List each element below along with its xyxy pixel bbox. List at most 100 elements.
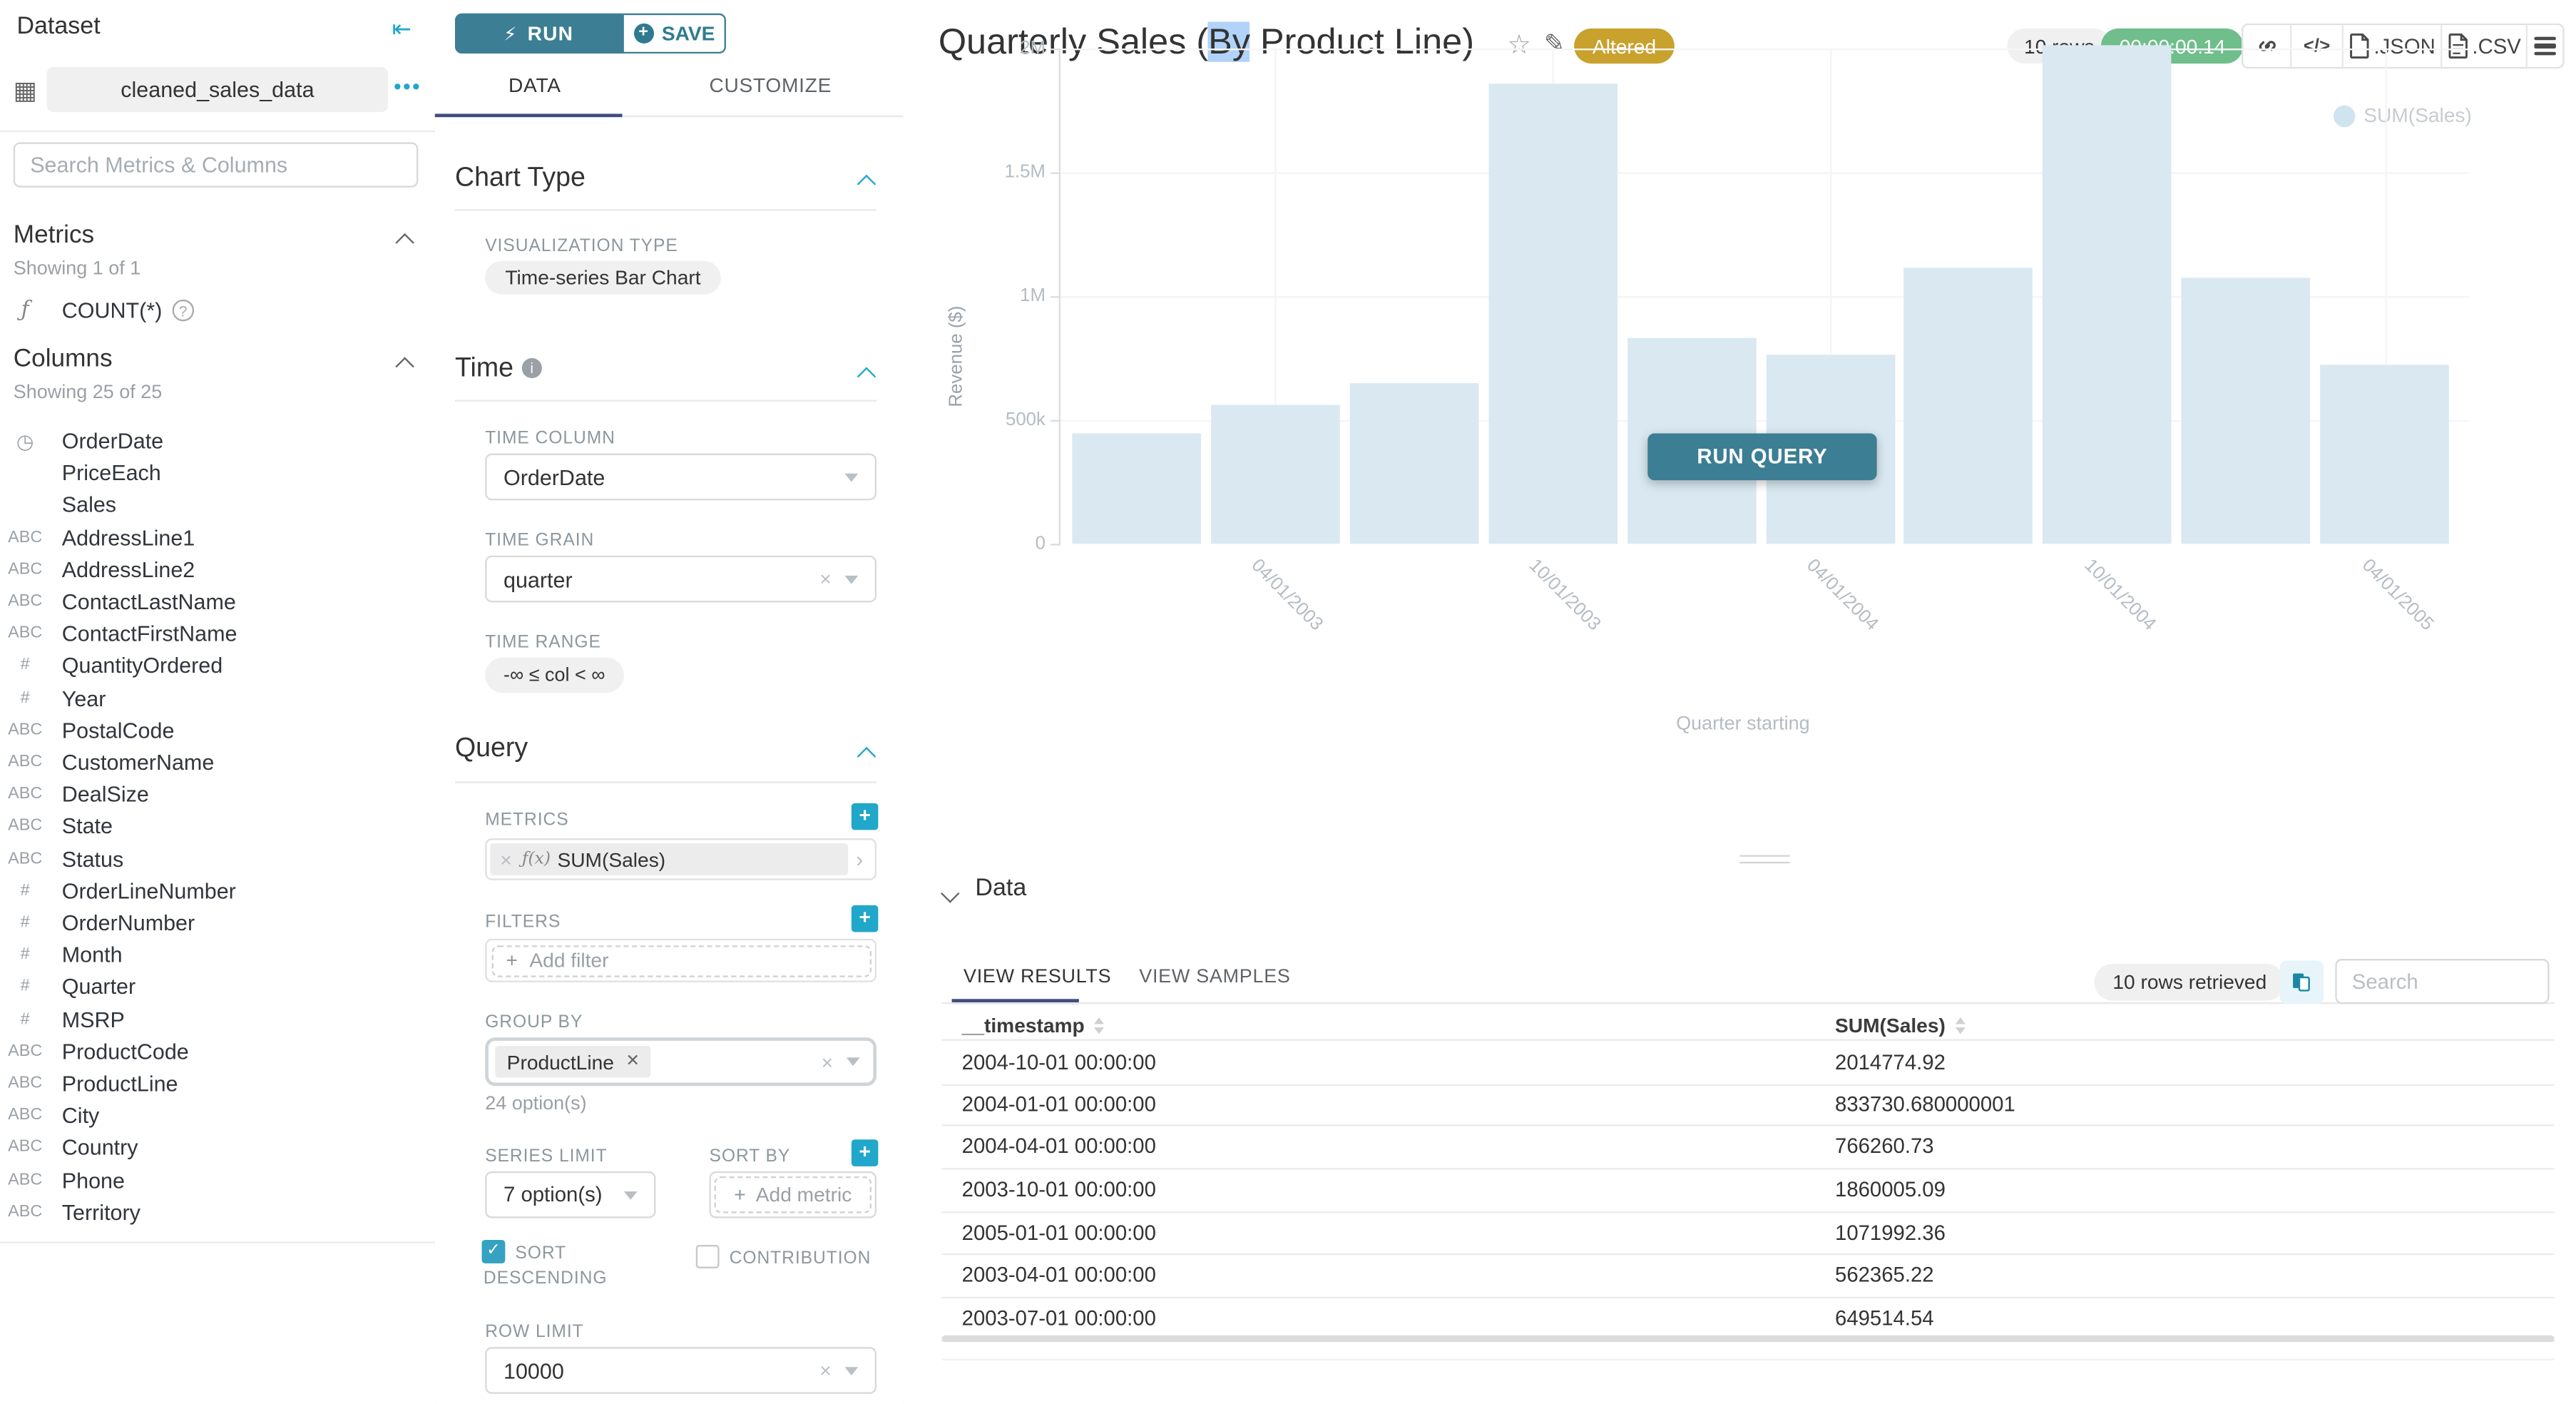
cell-sum-sales: 562365.22 bbox=[1835, 1264, 1934, 1288]
bar-2003-10-01[interactable] bbox=[1488, 83, 1617, 544]
column-item-AddressLine1[interactable]: ABCAddressLine1 bbox=[0, 522, 421, 554]
collapse-panel-icon[interactable]: ⇤ bbox=[392, 15, 412, 44]
bar-2003-01-01[interactable] bbox=[1072, 433, 1201, 544]
column-item-DealSize[interactable]: ABCDealSize bbox=[0, 778, 421, 810]
legend-marker-icon bbox=[2334, 105, 2355, 126]
help-icon[interactable]: ? bbox=[172, 300, 193, 321]
remove-chip-icon[interactable]: ✕ bbox=[625, 1052, 640, 1071]
group-by-label: GROUP BY bbox=[485, 1012, 583, 1032]
column-item-PostalCode[interactable]: ABCPostalCode bbox=[0, 714, 421, 746]
run-query-button[interactable]: RUN QUERY bbox=[1647, 433, 1876, 480]
column-item-Year[interactable]: #Year bbox=[0, 682, 421, 714]
series-limit-select[interactable]: 7 option(s) bbox=[485, 1171, 655, 1219]
clear-icon[interactable]: × bbox=[819, 567, 831, 591]
chart-legend[interactable]: SUM(Sales) bbox=[2334, 103, 2472, 127]
num-type-icon: # bbox=[0, 914, 50, 932]
sort-icon bbox=[1095, 1018, 1105, 1034]
column-item-Quarter[interactable]: #Quarter bbox=[0, 971, 421, 1003]
column-item-QuantityOrdered[interactable]: #QuantityOrdered bbox=[0, 650, 421, 682]
column-item-Phone[interactable]: ABCPhone bbox=[0, 1164, 421, 1196]
time-column-select[interactable]: OrderDate bbox=[485, 454, 876, 501]
copy-link-button[interactable] bbox=[2243, 25, 2291, 67]
add-metric-plus-button[interactable]: + bbox=[852, 803, 879, 830]
tab-data[interactable]: DATA bbox=[508, 73, 561, 97]
tab-view-samples[interactable]: VIEW SAMPLES bbox=[1139, 967, 1290, 987]
time-section-title: Timei bbox=[455, 355, 542, 385]
cell-timestamp: 2004-10-01 00:00:00 bbox=[962, 1051, 1156, 1074]
tab-view-results[interactable]: VIEW RESULTS bbox=[964, 967, 1111, 987]
export-json-button[interactable]: .JSON bbox=[2344, 25, 2442, 67]
metrics-columns-search-input[interactable] bbox=[14, 142, 419, 187]
edit-title-icon[interactable]: ✎ bbox=[1544, 29, 1565, 58]
metric-item[interactable]: ƒ COUNT(*) ? bbox=[0, 295, 421, 327]
tab-customize[interactable]: CUSTOMIZE bbox=[709, 73, 832, 97]
chart-type-collapse-icon[interactable] bbox=[857, 175, 876, 194]
add-sort-metric-plus-button[interactable]: + bbox=[852, 1139, 879, 1166]
group-by-chip[interactable]: ProductLine ✕ bbox=[495, 1046, 651, 1078]
column-item-Status[interactable]: ABCStatus bbox=[0, 843, 421, 875]
sort-descending-checkbox[interactable]: ✓ bbox=[482, 1240, 506, 1263]
dataset-name[interactable]: cleaned_sales_data bbox=[47, 67, 388, 112]
column-item-ProductCode[interactable]: ABCProductCode bbox=[0, 1035, 421, 1067]
add-filter-button[interactable]: +Add filter bbox=[491, 945, 870, 977]
panel-resize-handle[interactable] bbox=[1739, 850, 1789, 868]
group-by-select[interactable]: ProductLine ✕ × bbox=[485, 1037, 876, 1086]
active-tab-underline bbox=[435, 113, 623, 117]
bar-2005-01-01[interactable] bbox=[2182, 278, 2311, 544]
bar-2005-04-01[interactable] bbox=[2320, 365, 2449, 544]
str-type-icon: ABC bbox=[0, 850, 50, 868]
bar-2004-10-01[interactable] bbox=[2043, 45, 2172, 544]
metric-chip[interactable]: × ƒ(x) SUM(Sales) bbox=[490, 843, 847, 875]
clear-icon[interactable]: × bbox=[819, 1359, 831, 1383]
column-item-Month[interactable]: #Month bbox=[0, 939, 421, 971]
column-item-CustomerName[interactable]: ABCCustomerName bbox=[0, 746, 421, 778]
run-button[interactable]: ⚡ RUN bbox=[455, 14, 623, 54]
query-collapse-icon[interactable] bbox=[857, 747, 876, 766]
contribution-checkbox[interactable] bbox=[696, 1245, 720, 1268]
column-item-City[interactable]: ABCCity bbox=[0, 1099, 421, 1131]
bar-2004-07-01[interactable] bbox=[1904, 268, 2033, 544]
data-section-chevron-icon[interactable] bbox=[941, 884, 960, 903]
favorite-star-icon[interactable]: ☆ bbox=[1507, 29, 1531, 62]
column-item-ContactLastName[interactable]: ABCContactLastName bbox=[0, 586, 421, 618]
add-filter-plus-button[interactable]: + bbox=[852, 905, 879, 932]
embed-code-button[interactable]: </> bbox=[2291, 25, 2344, 67]
viz-type-label: VISUALIZATION TYPE bbox=[485, 236, 678, 256]
column-item-Territory[interactable]: ABCTerritory bbox=[0, 1196, 421, 1228]
bar-2003-04-01[interactable] bbox=[1211, 405, 1340, 544]
copy-data-button[interactable] bbox=[2280, 960, 2324, 1004]
column-item-PriceEach[interactable]: PriceEach bbox=[0, 457, 421, 489]
export-csv-button[interactable]: .CSV bbox=[2442, 25, 2528, 67]
chevron-right-icon[interactable]: › bbox=[847, 847, 872, 872]
column-item-Sales[interactable]: Sales bbox=[0, 489, 421, 522]
dataset-options-icon[interactable]: ••• bbox=[394, 73, 421, 98]
viz-type-pill[interactable]: Time-series Bar Chart bbox=[485, 261, 721, 295]
sort-descending-label: SORT bbox=[515, 1243, 566, 1263]
column-item-ProductLine[interactable]: ABCProductLine bbox=[0, 1067, 421, 1099]
clear-icon[interactable]: × bbox=[822, 1050, 833, 1074]
table-row: 2003-10-01 00:00:001860005.09 bbox=[942, 1168, 2555, 1213]
column-item-Country[interactable]: ABCCountry bbox=[0, 1131, 421, 1164]
remove-metric-icon[interactable]: × bbox=[500, 848, 511, 871]
time-range-pill[interactable]: -∞ ≤ col < ∞ bbox=[485, 658, 623, 693]
table-scrollbar[interactable] bbox=[942, 1336, 2555, 1342]
add-metric-button[interactable]: +Add metric bbox=[715, 1176, 872, 1214]
time-grain-select[interactable]: quarter × bbox=[485, 556, 876, 603]
columns-collapse-icon[interactable] bbox=[395, 357, 414, 376]
file-icon bbox=[2447, 34, 2468, 58]
menu-button[interactable] bbox=[2528, 25, 2562, 67]
column-item-OrderLineNumber[interactable]: #OrderLineNumber bbox=[0, 875, 421, 907]
bar-2003-07-01[interactable] bbox=[1349, 383, 1478, 544]
save-button[interactable]: + SAVE bbox=[623, 14, 726, 54]
data-search-input[interactable] bbox=[2335, 959, 2549, 1004]
column-item-OrderDate[interactable]: ◷OrderDate bbox=[0, 425, 421, 457]
column-item-ContactFirstName[interactable]: ABCContactFirstName bbox=[0, 618, 421, 650]
row-limit-select[interactable]: 10000 × bbox=[485, 1347, 876, 1394]
column-item-OrderNumber[interactable]: #OrderNumber bbox=[0, 907, 421, 939]
column-item-AddressLine2[interactable]: ABCAddressLine2 bbox=[0, 554, 421, 586]
column-label: ProductLine bbox=[62, 1071, 178, 1096]
column-item-State[interactable]: ABCState bbox=[0, 810, 421, 843]
time-collapse-icon[interactable] bbox=[857, 367, 876, 386]
metrics-collapse-icon[interactable] bbox=[395, 233, 414, 253]
column-item-MSRP[interactable]: #MSRP bbox=[0, 1003, 421, 1035]
